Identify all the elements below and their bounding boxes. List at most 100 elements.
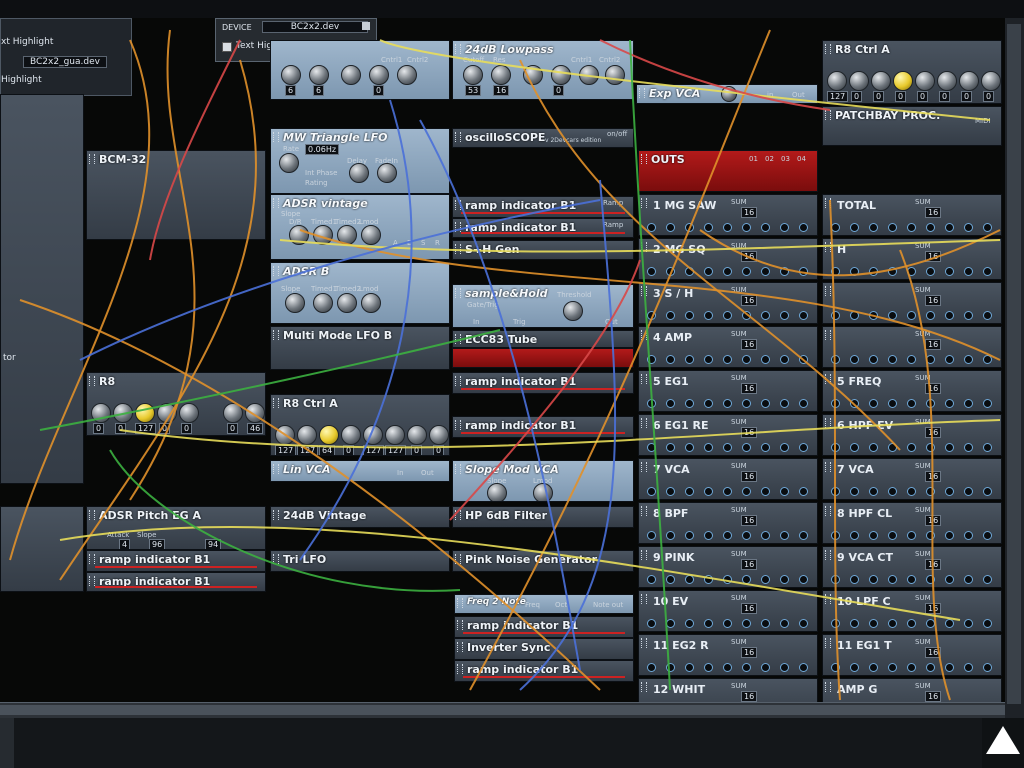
drag-handle[interactable]: [825, 594, 831, 604]
patch-jack[interactable]: [780, 267, 789, 276]
patch-jack[interactable]: [926, 267, 935, 276]
knob[interactable]: [959, 71, 979, 91]
patch-jack[interactable]: [704, 267, 713, 276]
patch-jack[interactable]: [780, 663, 789, 672]
patch-jack[interactable]: [945, 443, 954, 452]
drag-handle[interactable]: [89, 376, 95, 386]
patch-jack[interactable]: [831, 267, 840, 276]
drag-handle[interactable]: [455, 244, 461, 254]
patch-jack[interactable]: [945, 619, 954, 628]
vertical-scrollbar[interactable]: [1005, 18, 1024, 718]
patch-jack[interactable]: [799, 531, 808, 540]
patch-jack[interactable]: [926, 531, 935, 540]
patch-jack[interactable]: [907, 443, 916, 452]
patch-jack[interactable]: [647, 575, 656, 584]
patch-jack[interactable]: [742, 223, 751, 232]
patch-jack[interactable]: [723, 223, 732, 232]
lmod-knob[interactable]: [533, 483, 553, 501]
knob[interactable]: [309, 65, 329, 85]
drag-handle[interactable]: [455, 44, 461, 54]
patch-jack[interactable]: [666, 443, 675, 452]
patch-jack[interactable]: [704, 399, 713, 408]
patch-jack[interactable]: [799, 443, 808, 452]
patch-jack[interactable]: [799, 267, 808, 276]
patch-jack[interactable]: [850, 399, 859, 408]
knob[interactable]: [605, 65, 625, 85]
drag-handle[interactable]: [641, 638, 647, 648]
patch-jack[interactable]: [983, 311, 992, 320]
knob[interactable]: [871, 71, 891, 91]
patch-jack[interactable]: [869, 443, 878, 452]
patch-jack[interactable]: [742, 399, 751, 408]
text-highlight-checkbox[interactable]: [222, 42, 232, 52]
patch-jack[interactable]: [685, 355, 694, 364]
patch-jack[interactable]: [780, 619, 789, 628]
patch-jack[interactable]: [831, 487, 840, 496]
knob[interactable]: [341, 65, 361, 85]
patch-jack[interactable]: [666, 531, 675, 540]
patch-jack[interactable]: [850, 575, 859, 584]
patch-jack[interactable]: [799, 487, 808, 496]
patch-jack[interactable]: [983, 619, 992, 628]
knob[interactable]: [551, 65, 571, 85]
patch-jack[interactable]: [685, 399, 694, 408]
drag-handle[interactable]: [273, 554, 279, 564]
patch-jack[interactable]: [907, 487, 916, 496]
knob[interactable]: [223, 403, 243, 423]
patch-jack[interactable]: [761, 223, 770, 232]
patch-jack[interactable]: [799, 619, 808, 628]
patch-jack[interactable]: [831, 619, 840, 628]
patch-jack[interactable]: [761, 575, 770, 584]
drag-handle[interactable]: [825, 638, 831, 648]
patch-jack[interactable]: [685, 531, 694, 540]
patch-jack[interactable]: [647, 443, 656, 452]
patch-jack[interactable]: [869, 311, 878, 320]
patch-jack[interactable]: [945, 355, 954, 364]
patch-jack[interactable]: [869, 355, 878, 364]
patch-jack[interactable]: [831, 355, 840, 364]
patch-jack[interactable]: [704, 487, 713, 496]
patch-jack[interactable]: [926, 399, 935, 408]
delay-knob[interactable]: [349, 163, 369, 183]
patch-jack[interactable]: [907, 355, 916, 364]
patch-jack[interactable]: [742, 619, 751, 628]
patch-jack[interactable]: [742, 311, 751, 320]
drag-handle[interactable]: [825, 374, 831, 384]
patch-jack[interactable]: [964, 267, 973, 276]
drag-handle[interactable]: [455, 510, 461, 520]
patch-jack[interactable]: [850, 311, 859, 320]
level-knob[interactable]: [721, 86, 737, 102]
patch-jack[interactable]: [869, 223, 878, 232]
drag-handle[interactable]: [641, 242, 647, 252]
fadein-knob[interactable]: [377, 163, 397, 183]
patch-jack[interactable]: [964, 575, 973, 584]
patch-jack[interactable]: [704, 531, 713, 540]
knob[interactable]: [313, 225, 333, 245]
patch-jack[interactable]: [888, 443, 897, 452]
patch-jack[interactable]: [780, 223, 789, 232]
patch-jack[interactable]: [888, 223, 897, 232]
drag-handle[interactable]: [273, 266, 279, 276]
knob[interactable]: [91, 403, 111, 423]
patch-jack[interactable]: [780, 355, 789, 364]
cutoff-knob[interactable]: [463, 65, 483, 85]
patch-jack[interactable]: [761, 267, 770, 276]
patch-jack[interactable]: [907, 399, 916, 408]
patch-jack[interactable]: [723, 443, 732, 452]
patch-jack[interactable]: [761, 399, 770, 408]
drag-handle[interactable]: [457, 620, 463, 630]
patch-jack[interactable]: [780, 487, 789, 496]
patch-jack[interactable]: [983, 223, 992, 232]
patch-jack[interactable]: [647, 311, 656, 320]
patch-jack[interactable]: [831, 531, 840, 540]
patch-jack[interactable]: [685, 487, 694, 496]
drag-handle[interactable]: [825, 198, 831, 208]
patch-jack[interactable]: [907, 575, 916, 584]
patch-jack[interactable]: [964, 399, 973, 408]
patch-jack[interactable]: [742, 267, 751, 276]
patch-jack[interactable]: [869, 575, 878, 584]
patch-jack[interactable]: [964, 531, 973, 540]
knob[interactable]: [915, 71, 935, 91]
patch-jack[interactable]: [945, 399, 954, 408]
patch-jack[interactable]: [666, 663, 675, 672]
